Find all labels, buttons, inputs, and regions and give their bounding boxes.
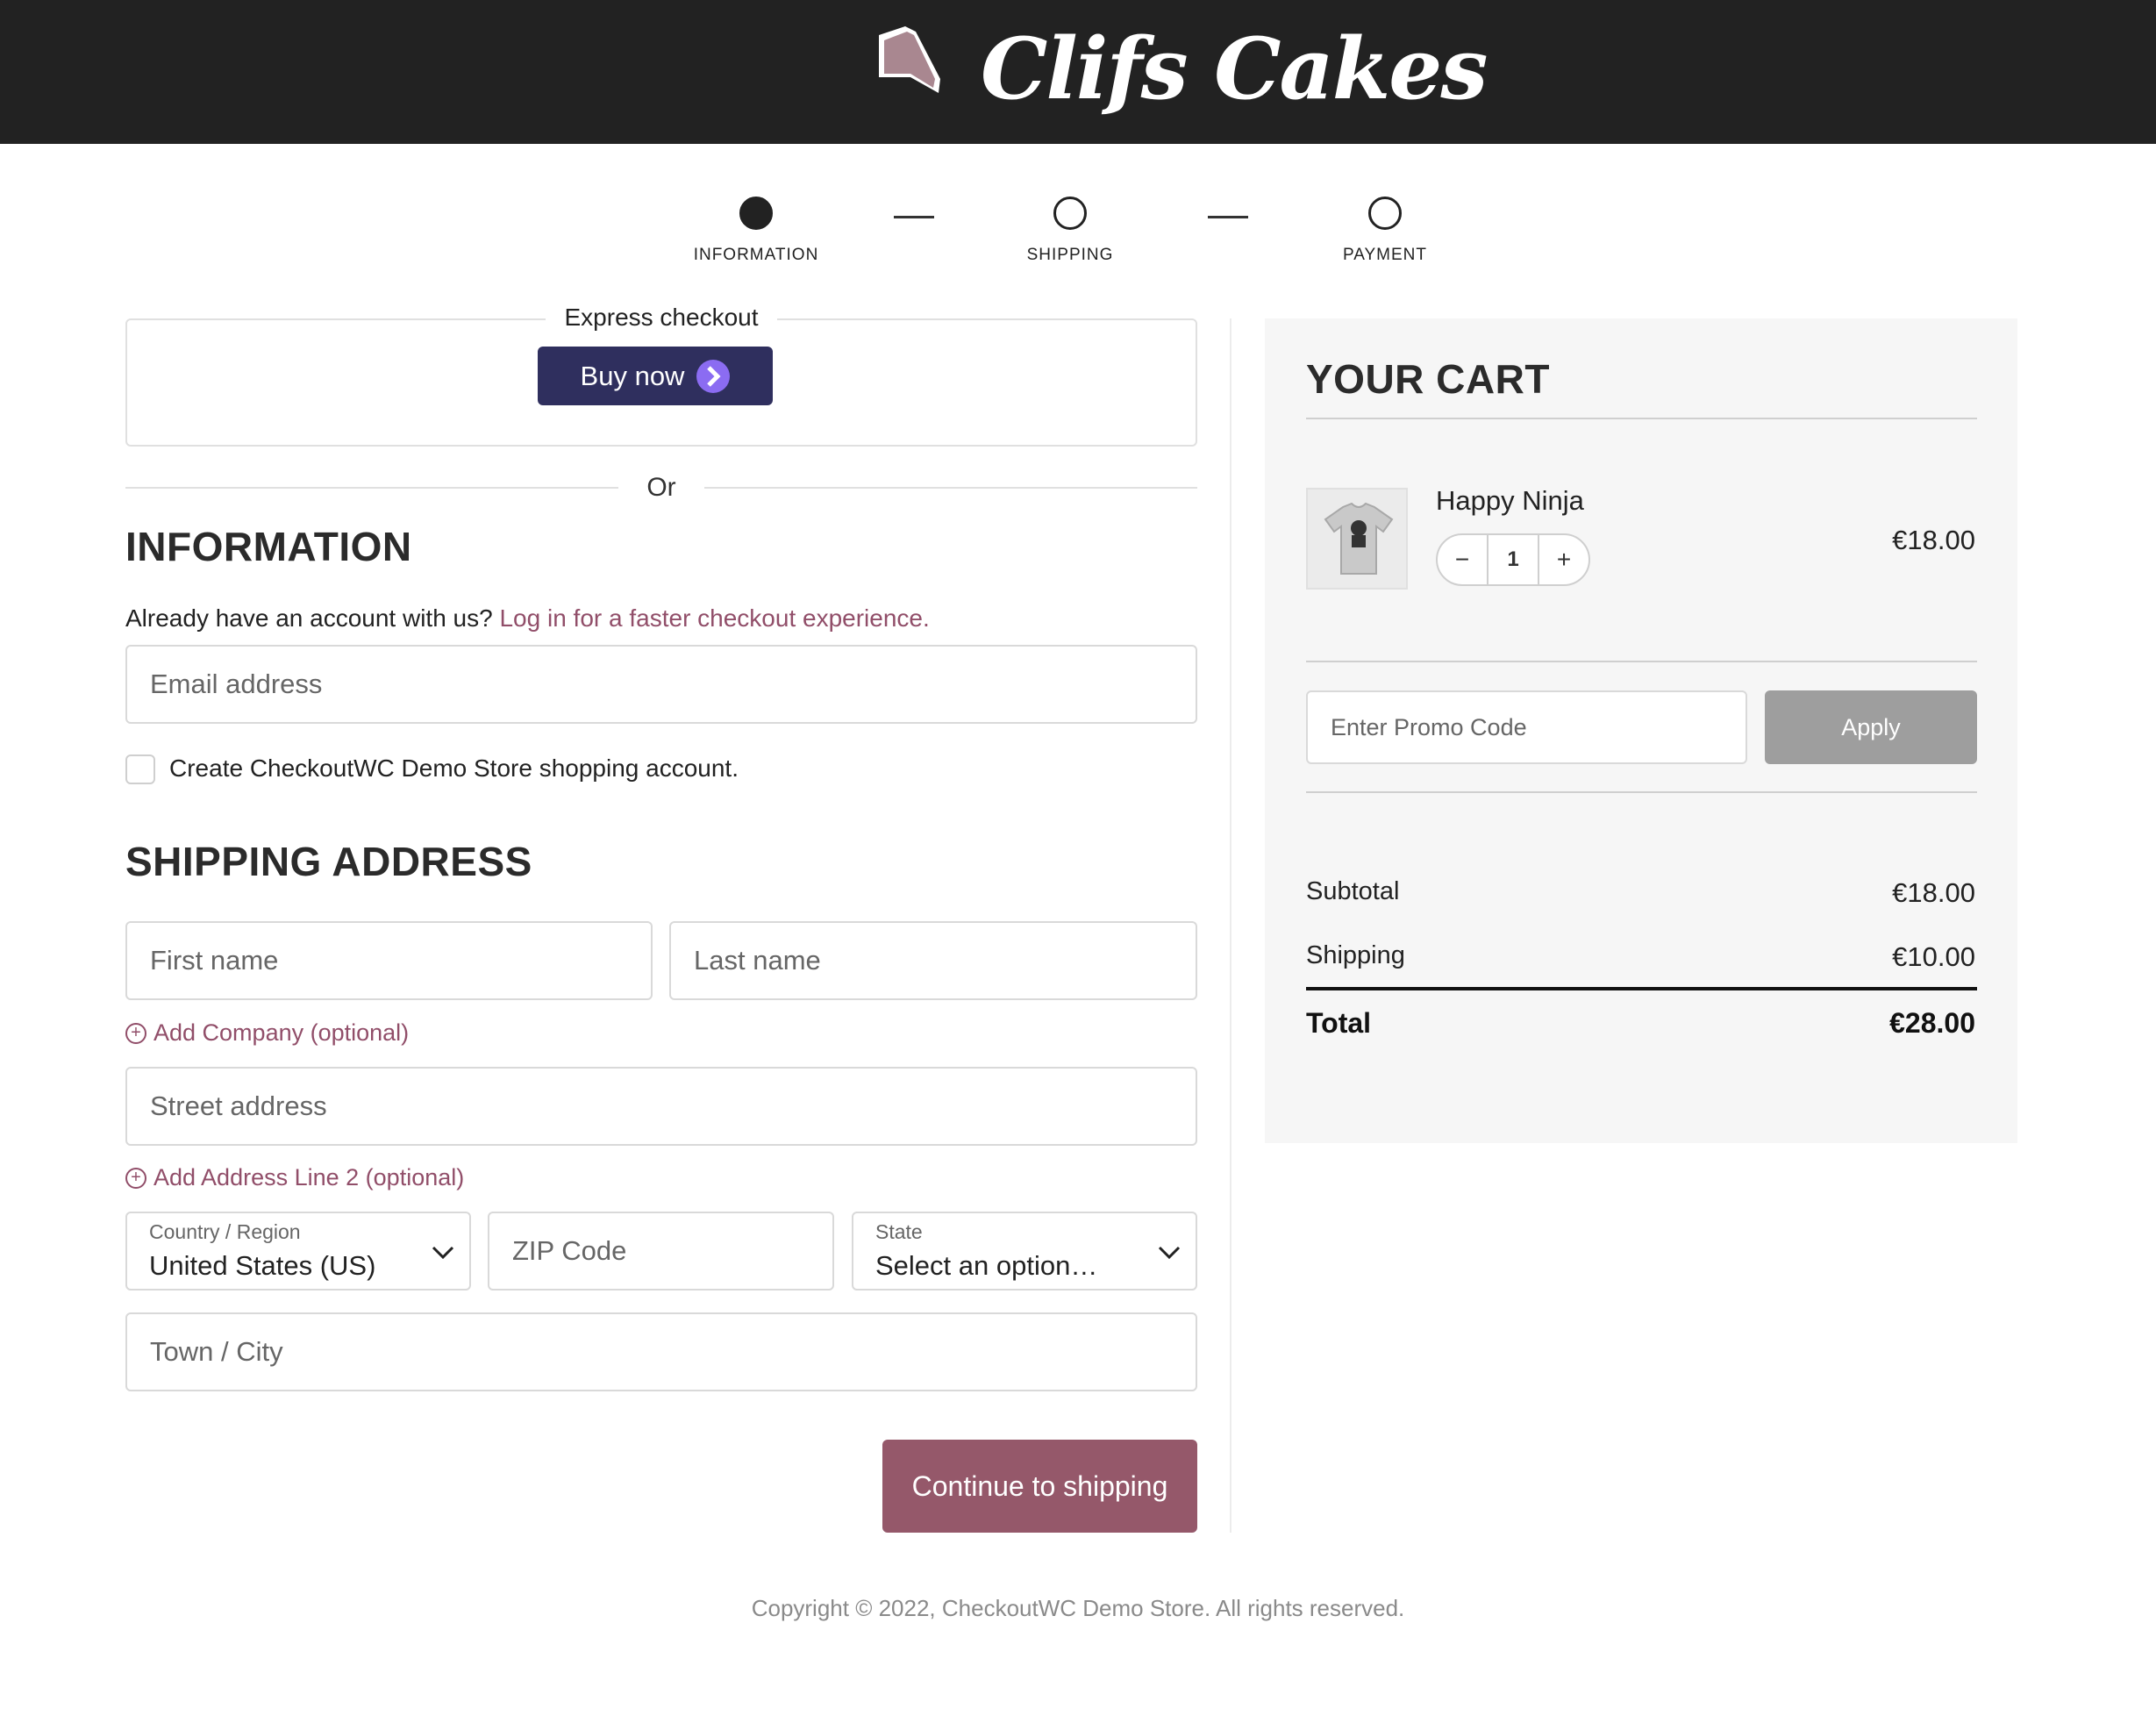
first-name-field[interactable]: First name: [125, 921, 653, 1000]
increase-quantity-button[interactable]: +: [1539, 546, 1588, 574]
step-shipping-label[interactable]: SHIPPING: [956, 246, 1184, 265]
email-placeholder: Email address: [150, 669, 323, 699]
step-connector: [894, 216, 934, 218]
subtotal-label: Subtotal: [1306, 877, 1400, 905]
product-thumbnail[interactable]: [1306, 488, 1408, 590]
last-name-placeholder: Last name: [694, 945, 821, 976]
zip-code-placeholder: ZIP Code: [512, 1235, 627, 1266]
add-company-link[interactable]: + Add Company (optional): [125, 1019, 409, 1047]
plus-circle-icon: +: [125, 1022, 146, 1044]
step-payment-label[interactable]: PAYMENT: [1271, 246, 1499, 265]
tshirt-icon: [1324, 502, 1394, 575]
cart-item-price: €18.00: [1892, 525, 1975, 555]
shipping-cost-value: €10.00: [1892, 941, 1975, 972]
brand-logo-text[interactable]: Clifs Cakes: [981, 4, 1488, 135]
state-value: Select an option…: [875, 1250, 1098, 1281]
total-divider: [1306, 987, 1977, 990]
divider: [1306, 661, 1977, 662]
account-prompt: Already have an account with us? Log in …: [125, 604, 930, 633]
divider: [1306, 791, 1977, 793]
quantity-stepper: − 1 +: [1436, 533, 1590, 586]
first-name-placeholder: First name: [150, 945, 279, 976]
create-account-checkbox[interactable]: [125, 754, 155, 784]
zip-code-field[interactable]: ZIP Code: [488, 1212, 834, 1291]
step-payment-dot: [1368, 197, 1402, 230]
chevron-down-icon: [1158, 1246, 1181, 1260]
state-select[interactable]: State Select an option…: [852, 1212, 1197, 1291]
town-city-placeholder: Town / City: [150, 1336, 283, 1367]
divider: [125, 487, 618, 489]
buy-now-button[interactable]: Buy now: [538, 347, 773, 405]
information-heading: INFORMATION: [125, 524, 412, 569]
total-label: Total: [1306, 1007, 1372, 1039]
step-information-dot: [739, 197, 773, 230]
shipping-address-heading: SHIPPING ADDRESS: [125, 839, 532, 884]
or-label: Or: [646, 473, 676, 502]
divider: [704, 487, 1197, 489]
apply-promo-button[interactable]: Apply: [1765, 690, 1977, 764]
chevron-right-icon: [696, 359, 731, 393]
add-address-line2-link[interactable]: + Add Address Line 2 (optional): [125, 1164, 464, 1191]
promo-code-input[interactable]: Enter Promo Code: [1306, 690, 1747, 764]
quantity-value[interactable]: 1: [1487, 535, 1539, 584]
step-connector: [1208, 216, 1248, 218]
promo-code-placeholder: Enter Promo Code: [1331, 713, 1527, 740]
country-select[interactable]: Country / Region United States (US): [125, 1212, 471, 1291]
cart-item-name[interactable]: Happy Ninja: [1436, 485, 1584, 517]
country-value: United States (US): [149, 1250, 376, 1281]
footer-copyright: Copyright © 2022, CheckoutWC Demo Store.…: [751, 1595, 1405, 1621]
divider: [1306, 418, 1977, 419]
add-address-line2-label: Add Address Line 2 (optional): [153, 1164, 465, 1190]
decrease-quantity-button[interactable]: −: [1438, 546, 1487, 574]
town-city-field[interactable]: Town / City: [125, 1312, 1197, 1391]
email-field[interactable]: Email address: [125, 645, 1197, 724]
country-label: Country / Region: [149, 1220, 301, 1243]
chevron-down-icon: [432, 1246, 454, 1260]
plus-circle-icon: +: [125, 1167, 146, 1189]
state-label: State: [875, 1220, 923, 1243]
subtotal-value: €18.00: [1892, 877, 1975, 908]
step-information-label[interactable]: INFORMATION: [642, 246, 870, 265]
add-company-label: Add Company (optional): [153, 1019, 410, 1046]
street-address-placeholder: Street address: [150, 1090, 327, 1121]
continue-to-shipping-button[interactable]: Continue to shipping: [882, 1440, 1197, 1533]
create-account-label[interactable]: Create CheckoutWC Demo Store shopping ac…: [169, 754, 739, 783]
street-address-field[interactable]: Street address: [125, 1067, 1197, 1146]
total-value: €28.00: [1889, 1007, 1975, 1039]
cake-slice-logo-icon[interactable]: [875, 25, 951, 104]
login-link[interactable]: Log in for a faster checkout experience.: [499, 604, 929, 632]
express-checkout-title: Express checkout: [546, 298, 777, 337]
step-shipping-dot: [1053, 197, 1087, 230]
buy-now-label: Buy now: [580, 360, 685, 391]
account-prompt-text: Already have an account with us?: [125, 604, 493, 632]
column-divider: [1230, 318, 1231, 1533]
cart-heading: YOUR CART: [1306, 356, 1550, 402]
shipping-cost-label: Shipping: [1306, 941, 1405, 969]
last-name-field[interactable]: Last name: [669, 921, 1197, 1000]
